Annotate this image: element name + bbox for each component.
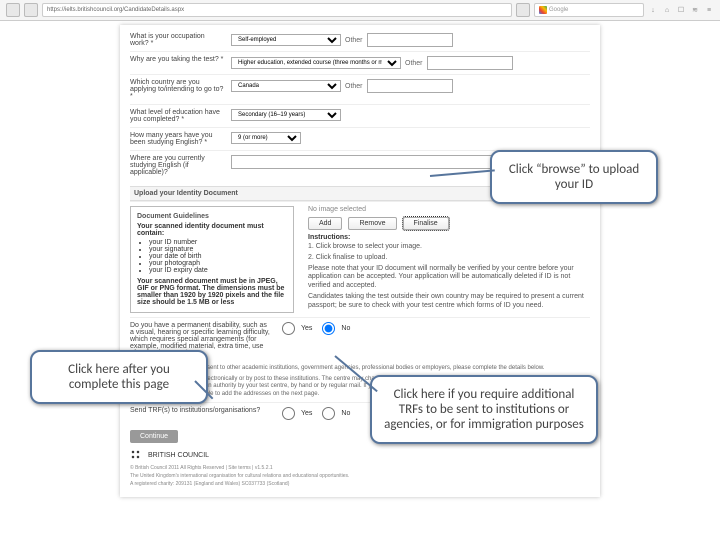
label-years-english: How many years have you been studying En… <box>130 132 225 146</box>
select-education[interactable]: Secondary (16–19 years) <box>231 109 341 121</box>
radio-label-no: No <box>341 410 350 417</box>
logo-dots-icon <box>130 449 144 463</box>
bookmark-icon[interactable]: ☐ <box>676 5 686 15</box>
callout-continue: Click here after you complete this page <box>30 350 208 404</box>
radio-disability-yes[interactable] <box>282 322 295 335</box>
instruction-2: 2. Click finalise to upload. <box>308 254 590 263</box>
label-reason: Why are you taking the test? * <box>130 56 225 63</box>
upload-para1: Please note that your ID document will n… <box>308 265 590 291</box>
instruction-1: 1. Click browse to select your image. <box>308 243 590 252</box>
url-bar[interactable]: https://ielts.britishcouncil.org/Candida… <box>42 3 512 17</box>
radio-label-no: No <box>341 325 350 332</box>
guidelines-list: your ID number your signature your date … <box>149 239 287 274</box>
input-reason-other[interactable] <box>427 56 513 70</box>
other-label: Other <box>345 83 363 90</box>
select-reason[interactable]: Higher education, extended course (three… <box>231 57 401 69</box>
row-reason: Why are you taking the test? * Higher ed… <box>130 51 590 74</box>
guidelines-title: Document Guidelines <box>137 213 287 220</box>
upload-column: No image selected Add Remove Finalise In… <box>300 206 590 313</box>
label-occupation: What is your occupation work? * <box>130 33 225 47</box>
input-occupation-other[interactable] <box>367 33 453 47</box>
footer-line1: © British Council 2011 All Rights Reserv… <box>130 465 590 471</box>
row-occupation: What is your occupation work? * Self-emp… <box>130 29 590 51</box>
add-button[interactable]: Add <box>308 217 342 230</box>
select-years-english[interactable]: 9 (or more) <box>231 132 301 144</box>
reload-button[interactable] <box>516 3 530 17</box>
back-button[interactable] <box>6 3 20 17</box>
menu-icon[interactable]: ≡ <box>704 5 714 15</box>
label-country: Which country are you applying to/intend… <box>130 79 225 100</box>
continue-button[interactable]: Continue <box>130 430 178 443</box>
label-trf: Send TRF(s) to institutions/organisation… <box>130 407 270 414</box>
input-country-other[interactable] <box>367 79 453 93</box>
row-years-english: How many years have you been studying En… <box>130 127 590 150</box>
search-placeholder: Google <box>549 4 568 16</box>
home-icon[interactable]: ⌂ <box>662 5 672 15</box>
guidelines-box: Document Guidelines Your scanned identit… <box>130 206 294 313</box>
list-item: your ID number <box>149 239 287 246</box>
label-education: What level of education have you complet… <box>130 109 225 123</box>
history-icon[interactable]: ≋ <box>690 5 700 15</box>
radio-label-yes: Yes <box>301 325 312 332</box>
upload-para2: Candidates taking the test outside their… <box>308 293 590 311</box>
label-currently-studying: Where are you currently studying English… <box>130 155 225 176</box>
footer-line2: The United Kingdom's international organ… <box>130 473 590 479</box>
brand-text: BRITISH COUNCIL <box>148 452 209 459</box>
list-item: your date of birth <box>149 253 287 260</box>
other-label: Other <box>345 37 363 44</box>
remove-button[interactable]: Remove <box>348 217 396 230</box>
guidelines-limit: Your scanned document must be in JPEG, G… <box>137 278 287 306</box>
browser-chrome: https://ielts.britishcouncil.org/Candida… <box>0 0 720 21</box>
list-item: your photograph <box>149 260 287 267</box>
instructions: Instructions: 1. Click browse to select … <box>308 234 590 310</box>
finalise-button[interactable]: Finalise <box>403 217 449 230</box>
instructions-title: Instructions: <box>308 234 590 241</box>
no-image-text: No image selected <box>308 206 590 213</box>
row-education: What level of education have you complet… <box>130 104 590 127</box>
search-bar[interactable]: Google <box>534 3 644 17</box>
row-upload: Document Guidelines Your scanned identit… <box>130 201 590 317</box>
radio-trf-yes[interactable] <box>282 407 295 420</box>
radio-disability-no[interactable] <box>322 322 335 335</box>
callout-browse: Click “browse” to upload your ID <box>490 150 658 204</box>
select-country[interactable]: Canada <box>231 80 341 92</box>
list-item: your signature <box>149 246 287 253</box>
forward-button[interactable] <box>24 3 38 17</box>
list-item: your ID expiry date <box>149 267 287 274</box>
google-icon <box>539 6 547 14</box>
select-occupation[interactable]: Self-employed <box>231 34 341 46</box>
brand-logo: BRITISH COUNCIL <box>130 449 590 463</box>
download-icon[interactable]: ↓ <box>648 5 658 15</box>
guidelines-must: Your scanned identity document must cont… <box>137 223 287 237</box>
row-country: Which country are you applying to/intend… <box>130 74 590 104</box>
radio-label-yes: Yes <box>301 410 312 417</box>
other-label: Other <box>405 60 423 67</box>
callout-trf: Click here if you require additional TRF… <box>370 375 598 444</box>
footer-line3: A registered charity: 209131 (England an… <box>130 481 590 487</box>
radio-trf-no[interactable] <box>322 407 335 420</box>
input-currently-studying[interactable] <box>231 155 497 169</box>
